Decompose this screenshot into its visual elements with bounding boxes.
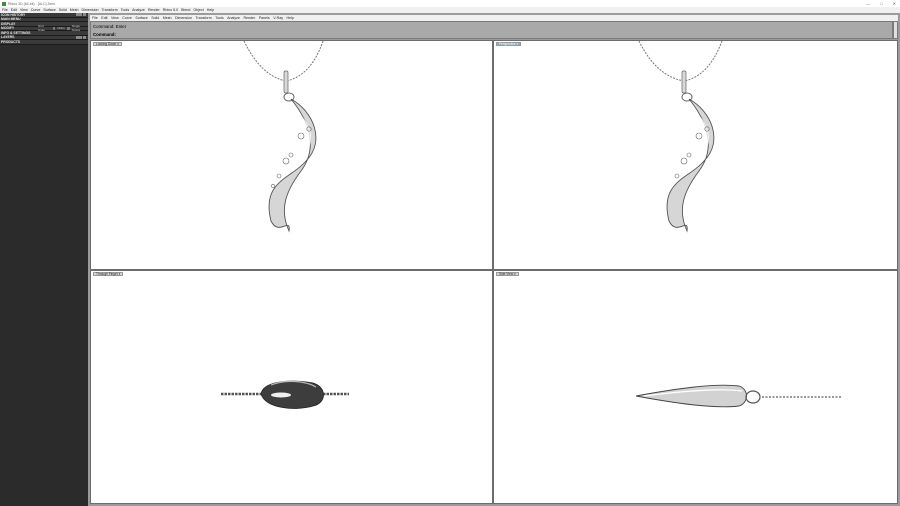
vmenu-transform[interactable]: Transform [196,16,212,20]
pendant-perspective-render [638,41,723,233]
menu-curve[interactable]: Curve [31,8,41,12]
vmenu-edit[interactable]: Edit [101,16,107,20]
workspace: File Edit View Curve Surface Solid Mesh … [88,13,900,506]
left-panel: ICON HISTORY MAIN MENU DISPLAY MODIFY Gr… [0,13,88,506]
section-label: PRODUCTS [1,39,21,44]
command-scrollbar[interactable] [893,21,898,39]
pendant-side-render [635,384,842,408]
vmenu-curve[interactable]: Curve [122,16,132,20]
command-history: Command: Enter [93,24,127,29]
command-prompt[interactable]: Command: [93,30,890,39]
vmenu-vray[interactable]: V-Ray [273,16,283,20]
viewport-right[interactable]: Side View ▾ [493,270,898,504]
vmenu-view[interactable]: View [111,16,119,20]
section-controls [76,13,86,17]
vmenu-tools[interactable]: Tools [215,16,223,20]
section-label: MODIFY [1,26,15,31]
menu-dimension[interactable]: Dimension [82,8,99,12]
menu-mesh[interactable]: Mesh [70,8,79,12]
toggle-icon[interactable] [76,13,82,17]
section-label: INFO & SETTINGS [1,30,31,35]
window-titlebar: Rhino 3D (64-bit) - [ALC] Jiem — □ ✕ [0,0,900,7]
section-label: DISPLAY [1,21,16,26]
rhino-app-icon [2,1,6,6]
menu-view[interactable]: View [20,8,28,12]
vmenu-solid[interactable]: Solid [151,16,159,20]
single-snaps-checkbox[interactable] [66,26,70,30]
vmenu-file[interactable]: File [92,16,98,20]
menu-rhino[interactable]: Rhino 5.0 [163,8,178,12]
menu-tools[interactable]: Tools [121,8,129,12]
vmenu-help[interactable]: Help [287,16,294,20]
toggle-icon[interactable] [76,35,82,39]
command-area: Command: Enter Command: [90,21,893,39]
vmenu-surface[interactable]: Surface [135,16,147,20]
section-products[interactable]: PRODUCTS [0,40,88,45]
menu-render[interactable]: Render [148,8,160,12]
ortho-checkbox[interactable] [52,26,56,30]
vmenu-panels[interactable]: Panels [259,16,270,20]
menu-transform[interactable]: Transform [102,8,118,12]
ortho-option[interactable]: Ortho [57,26,65,30]
pin-icon[interactable] [83,13,86,17]
section-label: MAIN MENU [1,17,21,22]
viewport-perspective[interactable]: Perspective ▾ [493,40,898,270]
section-label: LAYERS [1,35,15,40]
vmenu-analyze[interactable]: Analyze [227,16,240,20]
pin-icon[interactable] [83,35,86,39]
minimize-button[interactable]: — [866,1,870,6]
vmenu-dimension[interactable]: Dimension [175,16,192,20]
viewport-front[interactable]: Looking Down ▾ [90,40,493,270]
viewport-top[interactable]: Through Finger ▾ [90,270,493,504]
window-controls: — □ ✕ [866,1,896,6]
maximize-button[interactable]: □ [880,1,882,6]
menu-edit[interactable]: Edit [11,8,17,12]
pendant-front-render [243,41,324,233]
menu-help[interactable]: Help [207,8,214,12]
menu-blend[interactable]: Blend [181,8,190,12]
pendant-top-render [221,380,349,409]
section-label: ICON HISTORY [1,12,26,17]
close-button[interactable]: ✕ [893,1,896,6]
menu-file[interactable]: File [2,8,8,12]
vmenu-mesh[interactable]: Mesh [163,16,172,20]
menu-surface[interactable]: Surface [43,8,55,12]
menu-solid[interactable]: Solid [59,8,67,12]
menu-analyze[interactable]: Analyze [132,8,145,12]
window-title: Rhino 3D (64-bit) - [ALC] Jiem [8,1,55,6]
vmenu-render[interactable]: Render [243,16,255,20]
section-controls [76,35,86,39]
menu-object[interactable]: Object [193,8,203,12]
